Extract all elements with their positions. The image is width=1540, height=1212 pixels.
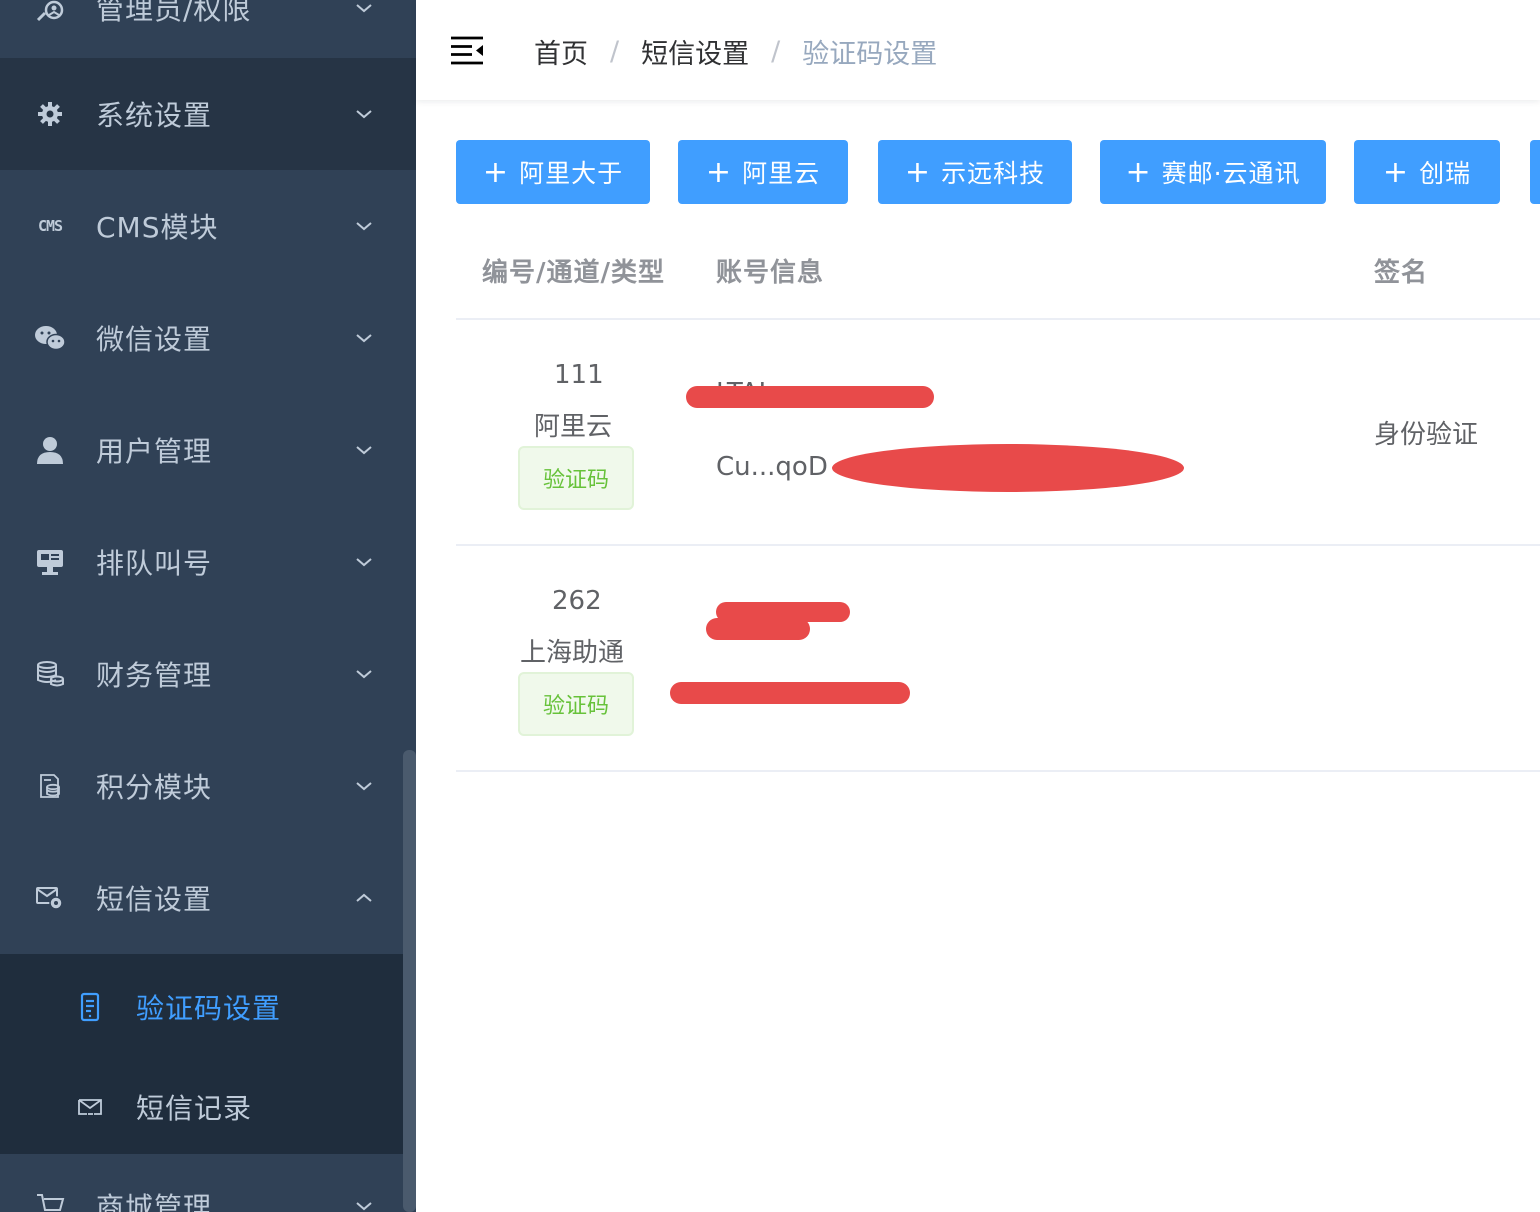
wechat-icon (34, 322, 66, 354)
row-channel: 上海助通 (520, 638, 625, 668)
sidebar-subitem-label: 验证码设置 (136, 992, 282, 1025)
add-shiyuan-button[interactable]: + 示远科技 (878, 140, 1072, 204)
breadcrumb-separator: / (610, 35, 620, 67)
type-tag: 验证码 (518, 672, 634, 736)
admin-key-icon (34, 0, 66, 24)
chevron-down-icon (356, 558, 372, 567)
sidebar-scrollbar[interactable] (403, 750, 416, 1212)
gear-icon (34, 98, 66, 130)
redaction-mark (706, 618, 810, 640)
row-id: 111 (554, 360, 604, 390)
phone-icon (76, 992, 104, 1022)
plus-icon: + (1125, 154, 1152, 190)
sidebar-subitem-captcha-settings[interactable]: 验证码设置 (0, 957, 416, 1057)
type-tag: 验证码 (518, 446, 634, 510)
mail-icon (76, 1093, 104, 1121)
navbar: 首页 / 短信设置 / 验证码设置 (416, 0, 1540, 100)
sidebar: 管理员/权限 系统设置 CMS CMS模块 微信设置 用户管理 排队叫号 财务管… (0, 0, 416, 1212)
coins-icon (34, 658, 66, 690)
redaction-mark (686, 386, 934, 408)
sidebar-item-finance[interactable]: 财务管理 (0, 618, 416, 730)
column-header-account: 账号信息 (716, 258, 825, 288)
sidebar-item-label: 财务管理 (96, 659, 213, 692)
row-channel: 阿里云 (534, 412, 613, 442)
sidebar-item-admin[interactable]: 管理员/权限 (0, 0, 416, 64)
divider (456, 544, 1540, 546)
sidebar-item-mall[interactable]: 商城管理 (0, 1150, 416, 1212)
chevron-down-icon (356, 4, 372, 13)
row-signature: 身份验证 (1374, 420, 1479, 450)
monitor-icon (34, 546, 66, 578)
cart-icon (34, 1190, 66, 1212)
sidebar-item-cms[interactable]: CMS CMS模块 (0, 170, 416, 282)
breadcrumb-current: 验证码设置 (802, 38, 938, 70)
chevron-down-icon (356, 334, 372, 343)
column-header-signature: 签名 (1374, 258, 1429, 288)
breadcrumb-separator: / (771, 35, 781, 67)
user-icon (34, 434, 66, 466)
account-line-2: Cu...qoD (716, 452, 828, 482)
sidebar-item-label: 系统设置 (96, 99, 213, 132)
sidebar-item-queue[interactable]: 排队叫号 (0, 506, 416, 618)
chevron-down-icon (356, 782, 372, 791)
sidebar-subitem-label: 短信记录 (136, 1092, 253, 1125)
sidebar-item-label: 短信设置 (96, 883, 213, 916)
add-alidayu-button[interactable]: + 阿里大于 (456, 140, 650, 204)
plus-icon: + (705, 154, 733, 190)
chevron-down-icon (356, 446, 372, 455)
sidebar-item-label: CMS模块 (96, 211, 219, 244)
plus-icon: + (904, 154, 932, 190)
points-icon (34, 770, 66, 802)
add-chuangrui-button[interactable]: + 创瑞 (1354, 140, 1500, 204)
plus-icon: + (482, 154, 510, 190)
sidebar-item-wechat[interactable]: 微信设置 (0, 282, 416, 394)
plus-icon: + (1382, 154, 1410, 190)
breadcrumb-home[interactable]: 首页 (534, 32, 588, 71)
divider (456, 770, 1540, 772)
sidebar-item-users[interactable]: 用户管理 (0, 394, 416, 506)
chevron-up-icon (356, 893, 372, 902)
add-aliyun-button[interactable]: + 阿里云 (678, 140, 848, 204)
column-header-id: 编号/通道/类型 (482, 258, 665, 288)
breadcrumb: 首页 / 短信设置 / 验证码设置 (534, 32, 937, 70)
chevron-down-icon (356, 110, 372, 119)
chevron-down-icon (356, 670, 372, 679)
sidebar-item-label: 商城管理 (96, 1191, 213, 1212)
row-id: 262 (552, 586, 602, 616)
chevron-down-icon (356, 222, 372, 231)
redaction-mark (832, 444, 1184, 492)
redaction-mark (670, 682, 910, 704)
sms-settings-icon (34, 882, 66, 914)
sidebar-item-points[interactable]: 积分模块 (0, 730, 416, 842)
sidebar-item-system[interactable]: 系统设置 (0, 58, 416, 170)
sidebar-item-label: 管理员/权限 (96, 0, 252, 26)
cms-icon: CMS (37, 217, 63, 235)
sidebar-item-label: 微信设置 (96, 323, 213, 356)
add-submail-button[interactable]: + 赛邮·云通讯 (1100, 140, 1326, 204)
chevron-down-icon (356, 1202, 372, 1211)
divider (456, 318, 1540, 320)
sidebar-item-sms[interactable]: 短信设置 (0, 842, 416, 954)
sidebar-subitem-sms-records[interactable]: 短信记录 (0, 1057, 416, 1157)
sidebar-item-label: 积分模块 (96, 771, 213, 804)
hamburger-menu-icon[interactable] (450, 34, 484, 66)
add-more-button[interactable] (1530, 140, 1540, 204)
breadcrumb-sms-settings[interactable]: 短信设置 (641, 32, 749, 71)
sidebar-item-label: 用户管理 (96, 435, 213, 468)
sidebar-item-label: 排队叫号 (96, 547, 213, 580)
